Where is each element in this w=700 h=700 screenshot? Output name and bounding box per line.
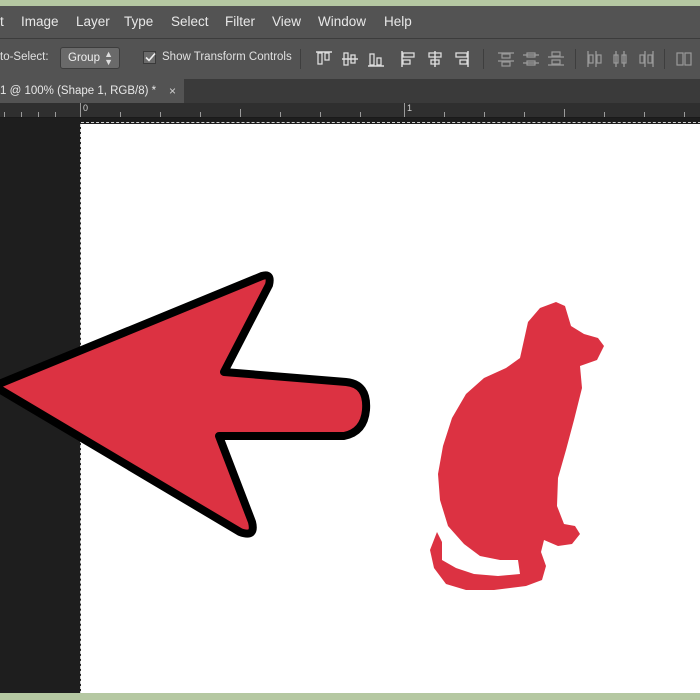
annotation-arrow	[0, 271, 371, 538]
pointing-arrow-shape	[0, 271, 371, 538]
photoshop-window: t Image Layer Type Select Filter View Wi…	[0, 6, 700, 693]
